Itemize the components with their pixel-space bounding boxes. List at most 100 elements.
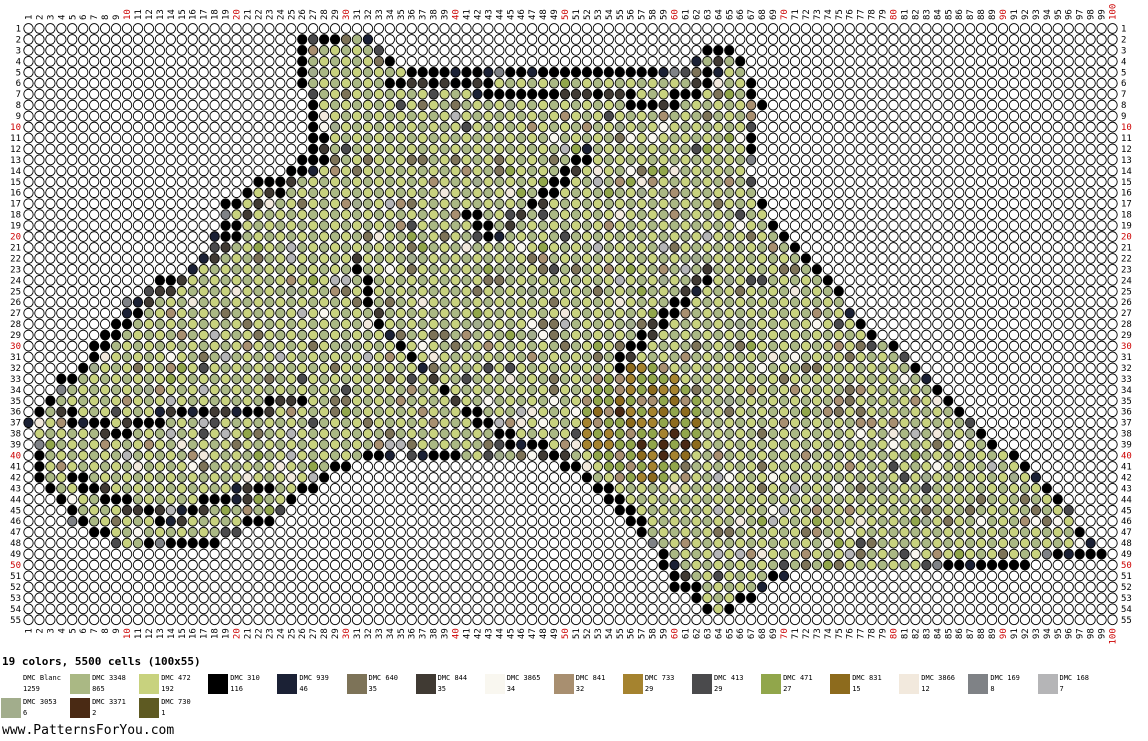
stitch-cell — [428, 428, 439, 439]
stitch-cell — [461, 548, 472, 560]
stitch-cell — [592, 121, 604, 133]
stitch-cell — [855, 417, 866, 429]
stitch-cell — [67, 154, 78, 166]
stitch-cell — [691, 296, 702, 308]
stitch-cell — [592, 362, 604, 374]
stitch-cell — [67, 351, 78, 363]
stitch-cell — [209, 384, 220, 396]
stitch-cell — [99, 296, 111, 308]
stitch-cell — [483, 362, 494, 374]
stitch-cell — [997, 132, 1009, 144]
stitch-cell — [286, 515, 297, 527]
stitch-cell — [537, 99, 549, 111]
stitch-cell — [603, 77, 614, 89]
stitch-cell — [494, 406, 505, 418]
stitch-cell — [548, 472, 560, 483]
stitch-cell — [1096, 45, 1107, 56]
stitch-cell — [1085, 417, 1096, 429]
stitch-cell — [1019, 198, 1031, 210]
stitch-cell — [658, 362, 669, 374]
stitch-cell — [264, 318, 275, 330]
stitch-cell — [483, 55, 494, 67]
stitch-cell — [351, 77, 363, 89]
stitch-cell — [932, 373, 943, 385]
stitch-cell — [888, 231, 899, 242]
stitch-cell — [472, 176, 483, 188]
stitch-cell — [548, 461, 560, 472]
stitch-cell — [494, 23, 505, 34]
stitch-cell — [308, 548, 319, 560]
stitch-cell — [527, 439, 538, 450]
stitch-cell — [1019, 274, 1031, 286]
stitch-cell — [866, 395, 877, 407]
stitch-cell — [143, 77, 155, 89]
stitch-cell — [231, 395, 242, 407]
stitch-cell — [176, 34, 187, 45]
stitch-cell — [1085, 154, 1096, 166]
stitch-cell — [833, 187, 844, 199]
stitch-cell — [472, 45, 483, 56]
stitch-cell — [691, 307, 702, 319]
stitch-cell — [154, 307, 166, 319]
stitch-cell — [253, 548, 264, 560]
stitch-cell — [746, 45, 757, 56]
stitch-cell — [242, 110, 253, 122]
stitch-cell — [811, 274, 823, 286]
stitch-cell — [965, 515, 976, 527]
stitch-cell — [1041, 274, 1052, 286]
stitch-cell — [461, 45, 472, 56]
stitch-cell — [351, 537, 363, 549]
stitch-cell — [975, 187, 987, 199]
stitch-cell — [275, 34, 286, 45]
stitch-cell — [1107, 296, 1118, 308]
stitch-cell — [636, 406, 647, 418]
stitch-cell — [1074, 461, 1085, 472]
stitch-cell — [439, 99, 450, 111]
stitch-cell — [297, 66, 308, 78]
stitch-cell — [921, 121, 932, 133]
stitch-cell — [1107, 220, 1118, 231]
stitch-cell — [340, 209, 352, 220]
stitch-cell — [472, 559, 483, 571]
stitch-cell — [297, 242, 308, 253]
stitch-cell — [789, 154, 801, 166]
stitch-cell — [297, 132, 308, 144]
stitch-cell — [778, 548, 790, 560]
stitch-cell — [910, 406, 921, 418]
stitch-cell — [483, 395, 494, 407]
stitch-cell — [548, 66, 560, 78]
stitch-cell — [297, 165, 308, 177]
stitch-cell — [570, 176, 582, 188]
stitch-cell — [406, 483, 417, 494]
stitch-cell — [844, 559, 855, 571]
stitch-cell — [975, 209, 987, 220]
stitch-cell — [975, 242, 987, 253]
stitch-cell — [483, 23, 494, 34]
stitch-cell — [220, 187, 231, 199]
stitch-cell — [308, 417, 319, 429]
stitch-cell — [954, 461, 965, 472]
stitch-cell — [866, 23, 877, 34]
stitch-cell — [822, 66, 833, 78]
stitch-cell — [187, 264, 198, 275]
stitch-cell — [45, 340, 56, 352]
stitch-cell — [756, 515, 768, 527]
stitch-cell — [965, 264, 976, 275]
stitch-cell — [505, 307, 516, 319]
stitch-cell — [636, 110, 647, 122]
stitch-cell — [264, 362, 275, 374]
stitch-cell — [395, 362, 406, 374]
stitch-cell — [899, 88, 910, 100]
stitch-cell — [811, 439, 823, 450]
stitch-cell — [888, 45, 899, 56]
stitch-cell — [581, 253, 593, 264]
stitch-cell — [954, 45, 965, 56]
stitch-cell — [1074, 340, 1085, 352]
stitch-cell — [406, 450, 417, 461]
stitch-cell — [165, 472, 176, 483]
stitch-cell — [844, 253, 855, 264]
stitch-cell — [461, 110, 472, 122]
stitch-cell — [965, 559, 976, 571]
stitch-cell — [450, 220, 461, 231]
stitch-cell — [756, 110, 768, 122]
